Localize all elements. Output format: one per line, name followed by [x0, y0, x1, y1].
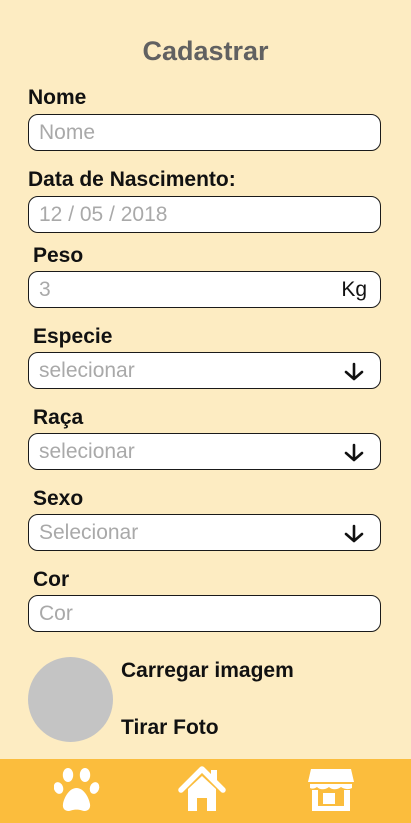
especie-selected: selecionar [39, 359, 135, 382]
peso-input[interactable]: 3 Kg [28, 271, 381, 308]
nascimento-placeholder: 12 / 05 / 2018 [39, 203, 168, 226]
peso-placeholder: 3 [39, 278, 51, 301]
sexo-select[interactable]: Selecionar [28, 514, 381, 551]
arrow-down-icon [344, 443, 364, 462]
arrow-down-icon [344, 524, 364, 543]
nascimento-input[interactable]: 12 / 05 / 2018 [28, 196, 381, 233]
bottom-navbar [0, 759, 411, 823]
peso-label: Peso [33, 244, 84, 267]
cor-input[interactable]: Cor [28, 595, 381, 632]
cor-placeholder: Cor [39, 602, 73, 625]
raca-label: Raça [33, 406, 84, 429]
raca-selected: selecionar [39, 440, 135, 463]
nascimento-label: Data de Nascimento: [28, 168, 236, 191]
nav-store[interactable] [306, 765, 356, 815]
peso-unit: Kg [341, 278, 367, 301]
upload-image-button[interactable]: Carregar imagem [121, 659, 294, 683]
sexo-selected: Selecionar [39, 521, 139, 544]
paw-icon [54, 768, 100, 811]
raca-select[interactable]: selecionar [28, 433, 381, 470]
nav-pets[interactable] [54, 765, 104, 815]
nome-input[interactable]: Nome [28, 114, 381, 151]
home-icon [178, 766, 226, 811]
page-title: Cadastrar [142, 36, 269, 66]
take-photo-button[interactable]: Tirar Foto [121, 716, 219, 740]
sexo-label: Sexo [33, 487, 84, 510]
especie-select[interactable]: selecionar [28, 352, 381, 389]
store-icon [308, 769, 354, 811]
avatar-placeholder[interactable] [28, 657, 113, 742]
arrow-down-icon [344, 362, 364, 381]
nome-placeholder: Nome [39, 121, 96, 144]
cor-label: Cor [33, 568, 70, 591]
nome-label: Nome [28, 86, 87, 109]
nav-home[interactable] [178, 765, 228, 815]
especie-label: Especie [33, 325, 113, 348]
